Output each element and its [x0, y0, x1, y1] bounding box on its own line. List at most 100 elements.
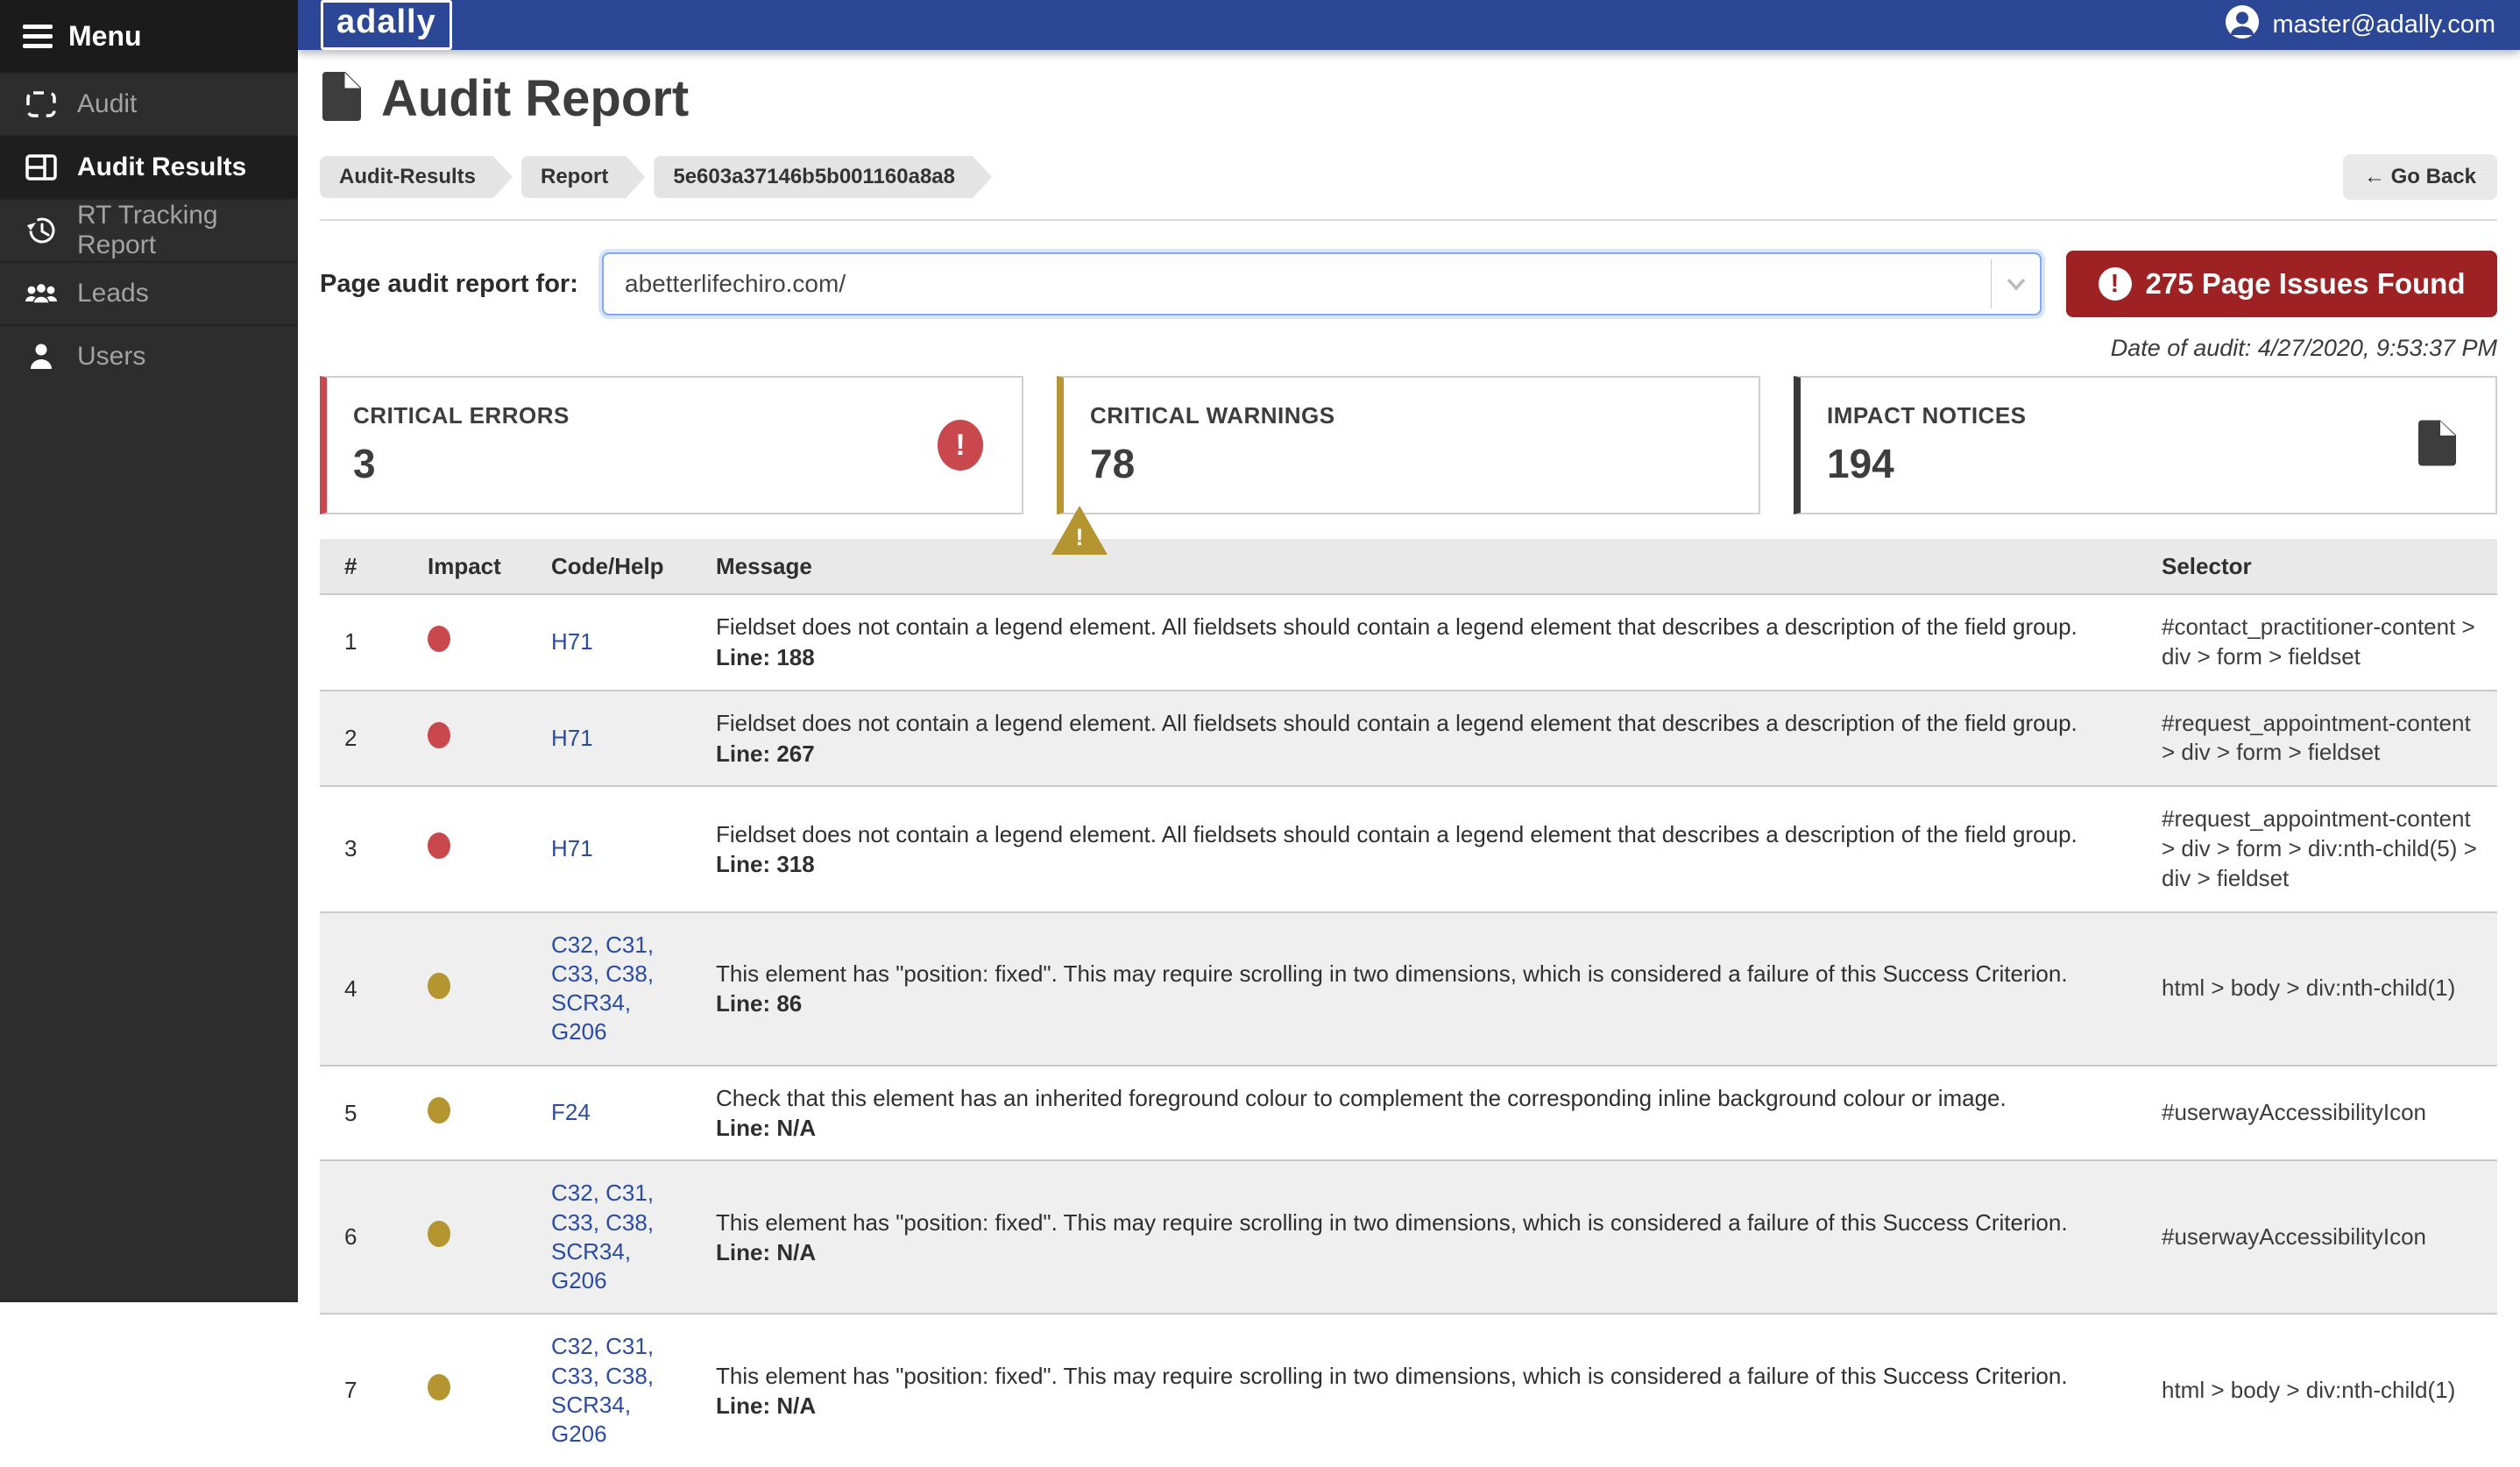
sidebar-item-label: Audit Results [77, 152, 246, 182]
date-of-audit: Date of audit: 4/27/2020, 9:53:37 PM [320, 335, 2497, 362]
sidebar-item-label: Audit [77, 89, 137, 119]
notice-file-icon [2417, 420, 2457, 471]
error-circle-icon [938, 420, 983, 471]
issue-selector: #request_appointment-content > div > for… [2151, 804, 2497, 893]
issue-line: Line: 86 [716, 990, 2130, 1017]
table-row: 3 H71 Fieldset does not contain a legend… [320, 785, 2497, 911]
issue-message: Fieldset does not contain a legend eleme… [716, 709, 2130, 738]
report-for-label: Page audit report for: [320, 270, 602, 299]
table-row: 6 C32, C31, C33, C38, SCR34, G206 This e… [320, 1159, 2497, 1313]
issue-line: Line: 318 [716, 851, 2130, 878]
impact-dot [428, 1221, 450, 1247]
issue-message: Fieldset does not contain a legend eleme… [716, 613, 2130, 641]
code-link[interactable]: H71 [551, 834, 634, 863]
sidebar-item-audit-results[interactable]: Audit Results [0, 135, 298, 198]
card-value: 194 [1827, 440, 2469, 487]
issue-selector: html > body > div:nth-child(1) [2151, 1376, 2497, 1406]
issues-table-header: # Impact Code/Help Message Selector [320, 539, 2497, 593]
page-title: Audit Report [381, 69, 689, 128]
issue-selector: #userwayAccessibilityIcon [2151, 1098, 2497, 1128]
code-link[interactable]: C32, C31, C33, C38, SCR34, G206 [551, 1179, 705, 1295]
issue-message: This element has "position: fixed". This… [716, 1208, 2130, 1237]
col-header-selector: Selector [2151, 553, 2497, 580]
issue-selector: html > body > div:nth-child(1) [2151, 974, 2497, 1003]
sidebar: Menu Audit Audit Results RT Tracking Rep… [0, 0, 298, 1302]
code-link[interactable]: C32, C31, C33, C38, SCR34, G206 [551, 1332, 705, 1449]
avatar-icon [2225, 4, 2260, 46]
code-link[interactable]: H71 [551, 627, 634, 656]
title-row: Audit Report [320, 69, 2497, 128]
people-group-icon [25, 280, 58, 307]
col-header-code: Code/Help [539, 553, 705, 580]
code-link[interactable]: C32, C31, C33, C38, SCR34, G206 [551, 931, 705, 1047]
impact-dot [428, 626, 450, 652]
issue-message: This element has "position: fixed". This… [716, 1362, 2130, 1391]
adally-logo[interactable]: adally [321, 0, 452, 50]
exclamation-circle-icon [2099, 267, 2132, 301]
document-icon [320, 71, 362, 126]
critical-errors-card: CRITICAL ERRORS 3 [320, 376, 1023, 514]
impact-dot [428, 973, 450, 999]
breadcrumb-report[interactable]: Report [521, 156, 645, 198]
critical-warnings-card: CRITICAL WARNINGS 78 [1057, 376, 1760, 514]
sidebar-item-audit[interactable]: Audit [0, 72, 298, 135]
sidebar-item-label: RT Tracking Report [77, 201, 298, 260]
issue-message: This element has "position: fixed". This… [716, 960, 2130, 989]
card-value: 3 [353, 440, 995, 487]
impact-dot [428, 833, 450, 859]
card-value: 78 [1090, 440, 1732, 487]
breadcrumb-report-id[interactable]: 5e603a37146b5b001160a8a8 [654, 156, 992, 198]
sidebar-item-label: Leads [77, 279, 149, 308]
issue-line: Line: N/A [716, 1239, 2130, 1266]
issue-message: Check that this element has an inherited… [716, 1084, 2130, 1113]
main-area: adally master@adally.com Audit Report Au… [298, 0, 2520, 1302]
breadcrumb-audit-results[interactable]: Audit-Results [320, 156, 513, 198]
row-num: 5 [320, 1100, 412, 1127]
impact-notices-card: IMPACT NOTICES 194 [1794, 376, 2497, 514]
menu-header[interactable]: Menu [0, 0, 298, 72]
row-num: 4 [320, 975, 412, 1003]
card-label: CRITICAL ERRORS [353, 402, 995, 429]
card-label: IMPACT NOTICES [1827, 402, 2469, 429]
user-menu[interactable]: master@adally.com [2225, 4, 2495, 46]
row-num: 7 [320, 1377, 412, 1404]
code-link[interactable]: H71 [551, 724, 634, 753]
topbar: adally master@adally.com [298, 0, 2520, 50]
table-row: 1 H71 Fieldset does not contain a legend… [320, 593, 2497, 690]
hamburger-icon[interactable] [23, 25, 53, 48]
go-back-button[interactable]: ← Go Back [2343, 154, 2497, 200]
impact-dot [428, 1374, 450, 1400]
card-label: CRITICAL WARNINGS [1090, 402, 1732, 429]
code-link[interactable]: F24 [551, 1098, 631, 1127]
table-row: 4 C32, C31, C33, C38, SCR34, G206 This e… [320, 911, 2497, 1065]
history-icon [25, 214, 58, 247]
col-header-impact: Impact [412, 553, 539, 580]
page-issues-button[interactable]: 275 Page Issues Found [2066, 251, 2497, 317]
user-email: master@adally.com [2272, 11, 2495, 39]
row-num: 1 [320, 628, 412, 656]
issues-table: # Impact Code/Help Message Selector 1 H7… [320, 539, 2497, 1467]
scan-icon [25, 90, 58, 118]
sidebar-item-leads[interactable]: Leads [0, 261, 298, 324]
sidebar-item-rt-tracking-report[interactable]: RT Tracking Report [0, 198, 298, 261]
person-icon [25, 342, 58, 372]
issue-line: Line: 267 [716, 741, 2130, 768]
issue-message: Fieldset does not contain a legend eleme… [716, 820, 2130, 849]
issue-line: Line: N/A [716, 1115, 2130, 1142]
menu-label: Menu [68, 20, 142, 53]
site-select[interactable]: abetterlifechiro.com/ [602, 252, 2042, 315]
page-content: Audit Report Audit-Results Report 5e603a… [298, 50, 2520, 1467]
row-num: 3 [320, 835, 412, 862]
row-num: 6 [320, 1223, 412, 1251]
table-row: 5 F24 Check that this element has an inh… [320, 1065, 2497, 1160]
layout-table-icon [25, 152, 58, 182]
chevron-down-icon[interactable] [1991, 259, 2040, 308]
divider [320, 219, 2497, 221]
warning-triangle-icon [1051, 506, 1108, 555]
issue-line: Line: 188 [716, 644, 2130, 671]
sidebar-item-users[interactable]: Users [0, 324, 298, 387]
impact-dot [428, 722, 450, 748]
col-header-num: # [320, 553, 412, 580]
issue-selector: #userwayAccessibilityIcon [2151, 1222, 2497, 1252]
report-selector-row: Page audit report for: abetterlifechiro.… [320, 251, 2497, 317]
